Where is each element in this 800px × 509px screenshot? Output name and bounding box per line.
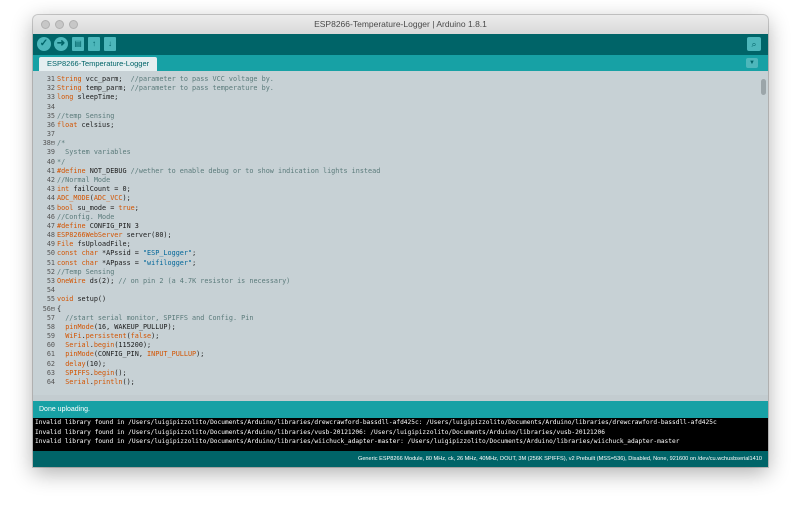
line-number: 62 — [46, 359, 55, 368]
code-text: //temp Sensing — [57, 111, 115, 120]
check-icon: ✓ — [39, 38, 49, 49]
window-title: ESP8266-Temperature-Logger | Arduino 1.8… — [314, 19, 487, 29]
line-number: 49 — [46, 240, 55, 249]
line-number: 53 — [46, 276, 55, 285]
line-number: 40 — [46, 157, 55, 166]
line-number: 36 — [46, 120, 55, 129]
code-text: const char *APssid = "ESP_Logger"; — [57, 249, 197, 258]
code-text: //start serial monitor, SPIFFS and Confi… — [65, 313, 254, 322]
line-number: 35 — [46, 111, 55, 120]
line-number: 32 — [46, 84, 55, 93]
magnifier-icon: ⌕ — [751, 39, 757, 49]
line-number: 51 — [46, 258, 55, 267]
line-number: 60 — [46, 341, 55, 350]
line-number: 57 — [46, 313, 55, 322]
line-number: 59 — [46, 332, 55, 341]
board-info: Generic ESP8266 Module, 80 MHz, ck, 26 M… — [33, 451, 768, 467]
line-number: 43 — [46, 185, 55, 194]
arrow-up-icon: ↑ — [92, 39, 96, 48]
line-number: 37 — [46, 130, 55, 139]
line-number: 54 — [46, 286, 55, 295]
code-text: String vcc_parm; //parameter to pass VCC… — [57, 75, 274, 83]
status-message: Done uploading. — [39, 406, 90, 413]
code-text: /* — [57, 139, 66, 148]
code-text: OneWire ds(2); // on pin 2 (a 4.7K resis… — [57, 276, 291, 285]
line-number: 63 — [46, 368, 55, 377]
arrow-right-icon: ➜ — [56, 38, 66, 49]
code-text: #define NOT_DEBUG //wether to enable deb… — [57, 166, 381, 175]
code-text: ADC_MODE(ADC_VCC); — [57, 194, 131, 203]
line-number: 39 — [46, 148, 55, 157]
line-number: 45 — [46, 203, 55, 212]
code-text: pinMode(CONFIG_PIN, INPUT_PULLUP); — [65, 350, 205, 359]
code-text: Serial.begin(115200); — [65, 341, 152, 350]
new-file-icon: ▤ — [74, 39, 82, 48]
line-number: 46 — [46, 212, 55, 221]
console-output[interactable]: Invalid library found in /Users/luigipiz… — [33, 418, 768, 451]
line-number: 56⊟ — [42, 304, 55, 313]
line-number: 31 — [46, 75, 55, 83]
code-text: WiFi.persistent(false); — [65, 332, 160, 341]
status-bar: Done uploading. — [33, 401, 768, 418]
arduino-window: ESP8266-Temperature-Logger | Arduino 1.8… — [33, 15, 768, 467]
code-text: #define CONFIG_PIN 3 — [57, 221, 139, 230]
editor-scrollbar[interactable] — [761, 79, 766, 95]
verify-button[interactable]: ✓ — [37, 37, 51, 51]
code-text: SPIFFS.begin(); — [65, 368, 127, 377]
code-text: bool su_mode = true; — [57, 203, 139, 212]
code-text: void setup() — [57, 295, 107, 304]
tab-menu-button[interactable]: ▼ — [746, 58, 758, 68]
triangle-down-icon: ▼ — [749, 60, 755, 66]
save-sketch-button[interactable]: ↓ — [104, 37, 116, 51]
upload-button[interactable]: ➜ — [54, 37, 68, 51]
code-text: ESP8266WebServer server(80); — [57, 231, 172, 240]
code-text: pinMode(16, WAKEUP_PULLUP); — [65, 322, 176, 331]
code-text: int failCount = 0; — [57, 185, 131, 194]
line-number: 50 — [46, 249, 55, 258]
tab-bar: ESP8266-Temperature-Logger ▼ — [33, 55, 768, 71]
code-text: //Normal Mode — [57, 175, 111, 184]
tab-sketch[interactable]: ESP8266-Temperature-Logger — [39, 57, 158, 71]
line-number: 44 — [46, 194, 55, 203]
console-line: Invalid library found in /Users/luigipiz… — [35, 419, 717, 426]
code-text: const char *APpass = "wifilogger"; — [57, 258, 197, 267]
line-number: 38⊟ — [42, 139, 55, 148]
line-number: 58 — [46, 322, 55, 331]
open-sketch-button[interactable]: ↑ — [88, 37, 100, 51]
line-number: 48 — [46, 231, 55, 240]
new-sketch-button[interactable]: ▤ — [72, 37, 84, 51]
line-number: 52 — [46, 267, 55, 276]
code-text: long sleepTime; — [57, 93, 119, 102]
title-bar: ESP8266-Temperature-Logger | Arduino 1.8… — [33, 15, 768, 35]
code-text: String temp_parm; //parameter to pass te… — [57, 84, 274, 93]
line-number: 47 — [46, 221, 55, 230]
code-text: delay(10); — [65, 359, 107, 368]
line-number: 34 — [46, 102, 55, 111]
code-text: */ — [57, 157, 66, 166]
line-number: 61 — [46, 350, 55, 359]
line-number: 64 — [46, 377, 55, 386]
console-line: Invalid library found in /Users/luigipiz… — [35, 428, 605, 436]
serial-monitor-button[interactable]: ⌕ — [747, 37, 761, 51]
line-number: 55 — [46, 295, 55, 304]
console-line: Invalid library found in /Users/luigipiz… — [35, 438, 680, 445]
code-text: Serial.println(); — [65, 377, 135, 386]
code-text: float celsius; — [57, 120, 115, 129]
toolbar: ✓ ➜ ▤ ↑ ↓ ⌕ — [33, 34, 768, 55]
code-text: { — [57, 304, 62, 313]
line-number: 42 — [46, 175, 55, 184]
arrow-down-icon: ↓ — [108, 39, 112, 48]
code-editor[interactable]: 31 String vcc_parm; //parameter to pass V… — [33, 71, 768, 395]
code-text: File fsUploadFile; — [57, 240, 131, 249]
code-text: System variables — [57, 148, 131, 157]
code-text: //Config. Mode — [57, 212, 115, 221]
code-text: //Temp Sensing — [57, 267, 115, 276]
line-number: 41 — [46, 166, 55, 175]
line-number: 33 — [46, 93, 55, 102]
